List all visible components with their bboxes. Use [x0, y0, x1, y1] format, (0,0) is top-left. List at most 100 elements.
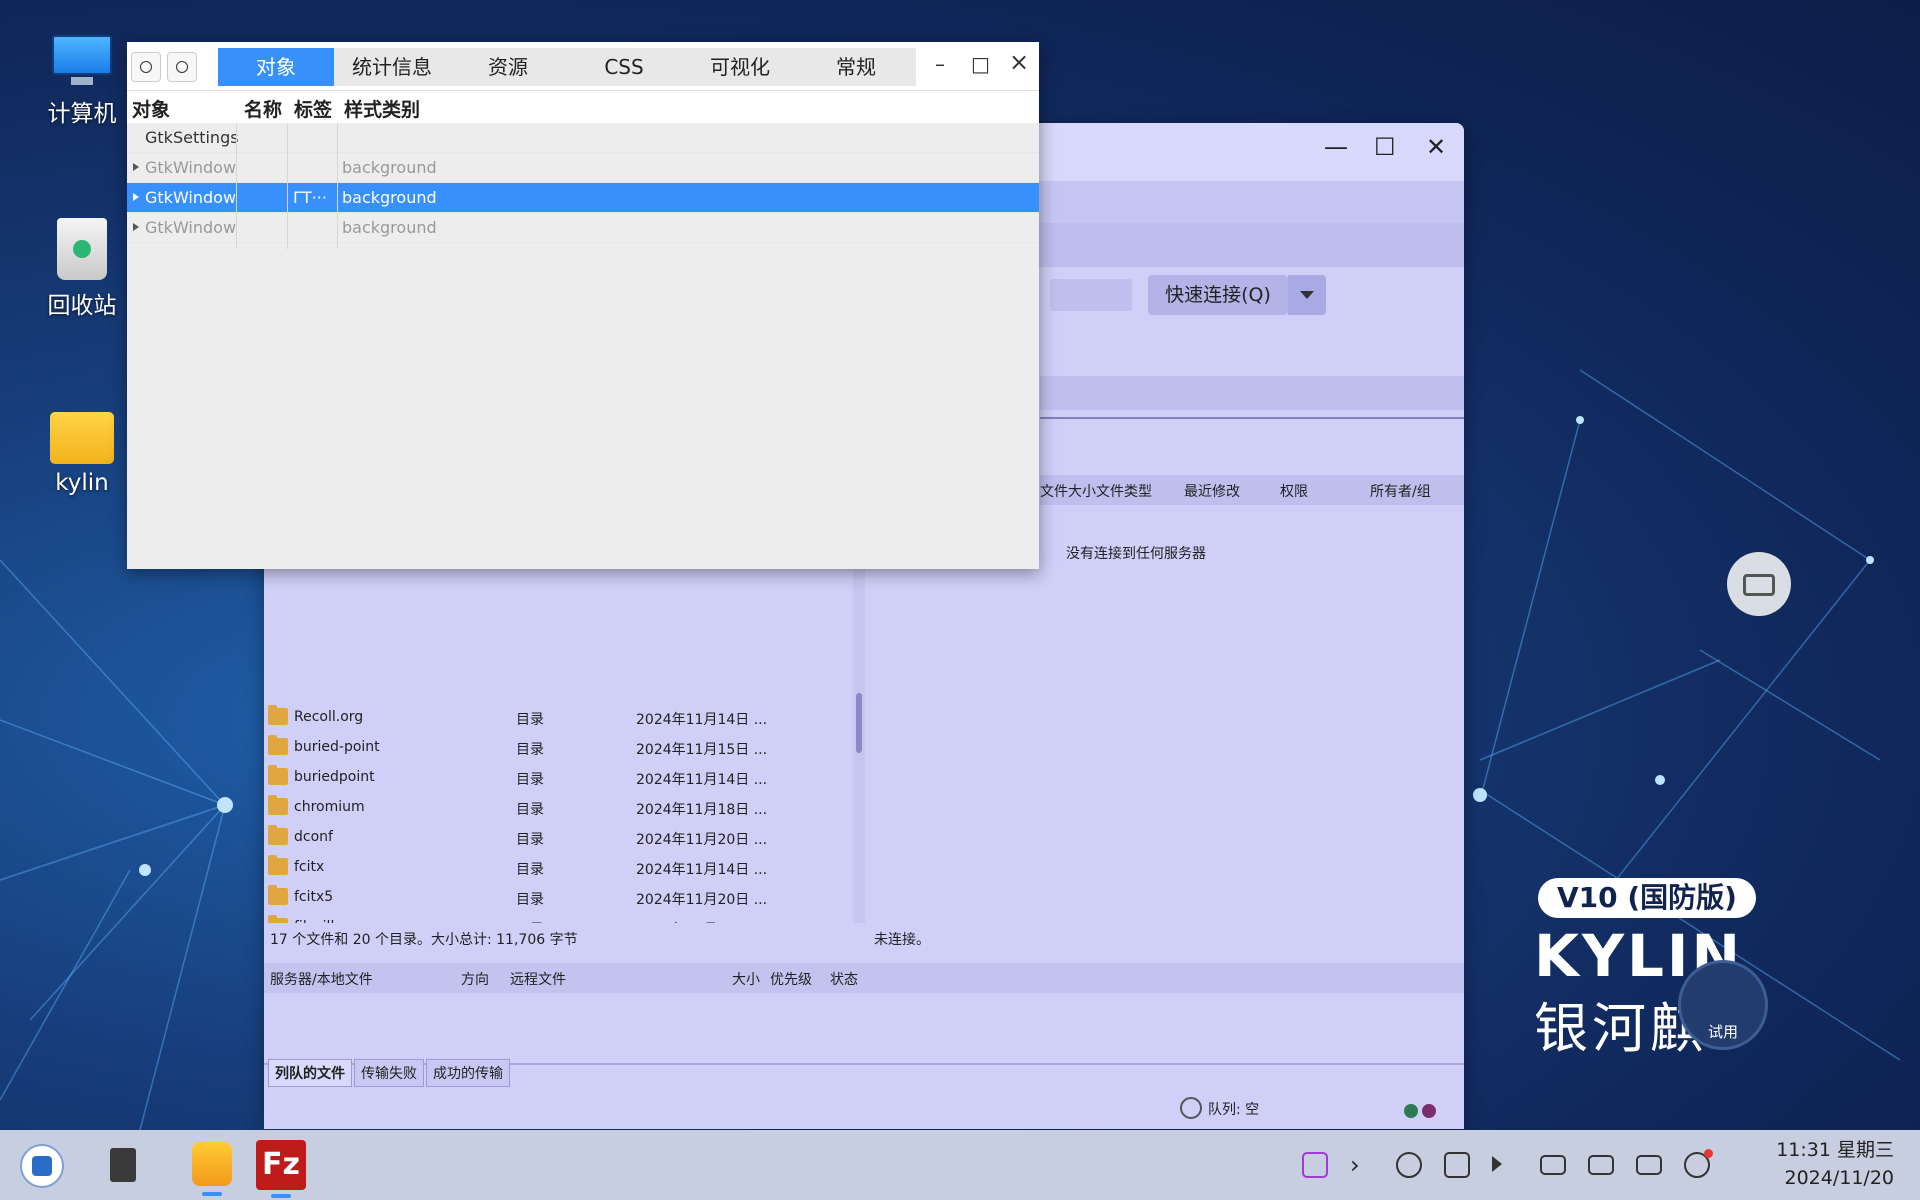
file-name: buriedpoint	[294, 769, 375, 785]
list-item[interactable]: buriedpoint 目录 2024年11月14日 ...	[264, 763, 854, 793]
desktop-icon-label: 计算机	[47, 101, 117, 127]
tab-resources[interactable]: 资源	[450, 48, 566, 86]
floating-keyboard-button[interactable]	[1727, 552, 1791, 616]
select-object-button[interactable]	[131, 52, 161, 82]
desktop-icon-trash[interactable]: 回收站	[22, 218, 142, 320]
expander-icon[interactable]	[133, 193, 139, 201]
quickconnect-button[interactable]: 快速连接(Q)	[1148, 275, 1288, 315]
list-item[interactable]: fcitx5 目录 2024年11月20日 ...	[264, 883, 854, 913]
queue-col-remote[interactable]: 远程文件	[510, 969, 566, 989]
object-info-button[interactable]	[167, 52, 197, 82]
col-name[interactable]: 名称	[244, 95, 282, 122]
row-object: GtkSettings	[145, 128, 239, 147]
tab-general[interactable]: 常规	[798, 48, 914, 86]
row-object: GtkWindow	[145, 158, 237, 177]
quickconnect-port-input[interactable]	[1050, 279, 1132, 311]
clock-time: 11:31 星期三	[1776, 1139, 1894, 1161]
local-file-list[interactable]: Recoll.org 目录 2024年11月14日 ... buried-point 目…	[264, 563, 854, 923]
trial-badge[interactable]: 试用	[1678, 960, 1768, 1050]
volume-icon[interactable]	[1492, 1156, 1502, 1172]
file-date: 2024年11月20日 ...	[636, 832, 768, 848]
folder-icon	[268, 765, 288, 785]
notification-icon[interactable]	[1684, 1149, 1713, 1178]
queue-tab-queued[interactable]: 列队的文件	[268, 1059, 352, 1087]
col-style[interactable]: 样式类别	[344, 95, 420, 122]
network-icon[interactable]	[1444, 1152, 1470, 1178]
col-object[interactable]: 对象	[132, 95, 170, 122]
col-modified[interactable]: 最近修改	[1184, 481, 1240, 501]
taskbar-app-filemanager[interactable]	[192, 1142, 232, 1196]
speed-limit-icon[interactable]	[1180, 1097, 1202, 1119]
file-name: fcitx5	[294, 889, 334, 905]
tab-css[interactable]: CSS	[566, 48, 682, 86]
col-type[interactable]: 文件类型	[1096, 481, 1152, 501]
queue-col-direction[interactable]: 方向	[461, 969, 489, 989]
brand-name: KYLIN	[1534, 922, 1744, 990]
list-item[interactable]: chromium 目录 2024年11月18日 ...	[264, 793, 854, 823]
desktop-icon-home[interactable]: kylin	[22, 412, 142, 496]
object-tree-row[interactable]: GtkWindow background	[127, 213, 1039, 243]
file-date: 2024年11月14日 ...	[636, 712, 768, 728]
brand-version: V10 (国防版)	[1538, 878, 1756, 918]
expander-icon[interactable]	[133, 163, 139, 171]
close-button[interactable]: ✕	[1426, 133, 1446, 161]
file-date: 2024年11月20日 ...	[636, 919, 767, 923]
list-item[interactable]: buried-point 目录 2024年11月15日 ...	[264, 733, 854, 763]
tray-expand-icon[interactable]: ›	[1350, 1152, 1366, 1178]
inspector-tabs: 对象 统计信息 资源 CSS 可视化 常规	[218, 48, 916, 86]
inspector-maximize-button[interactable]: □	[971, 52, 990, 76]
taskbar-app-filezilla[interactable]: Fz	[256, 1140, 306, 1198]
object-tree-row[interactable]: GtkWindow ΓΤ··· background	[127, 183, 1039, 213]
queue-tab-success[interactable]: 成功的传输	[426, 1059, 510, 1087]
col-perms[interactable]: 权限	[1280, 481, 1308, 501]
info-icon	[176, 61, 188, 73]
desktop-icon-computer[interactable]: 计算机	[22, 32, 142, 128]
queue-col-status[interactable]: 状态	[830, 969, 858, 989]
tab-objects[interactable]: 对象	[218, 48, 334, 86]
object-tree-header: 对象 名称 标签 样式类别	[127, 91, 1039, 123]
list-item[interactable]: fcitx 目录 2024年11月14日 ...	[264, 853, 854, 883]
screenshot-icon[interactable]	[1302, 1152, 1328, 1178]
queue-list[interactable]	[264, 993, 1464, 1065]
queue-status: 队列: 空	[1180, 1097, 1259, 1119]
maximize-button[interactable]: ☐	[1374, 133, 1396, 161]
clock[interactable]: 11:31 星期三 2024/11/20	[1776, 1136, 1894, 1192]
object-tree-row[interactable]: GtkSettings	[127, 123, 1039, 153]
minimize-button[interactable]: —	[1324, 133, 1348, 161]
inspector-close-button[interactable]: ×	[1009, 48, 1029, 76]
list-item[interactable]: dconf 目录 2024年11月20日 ...	[264, 823, 854, 853]
inspector-minimize-button[interactable]: –	[935, 52, 945, 76]
remote-empty-message: 没有连接到任何服务器	[1066, 546, 1206, 562]
start-menu-button[interactable]	[20, 1144, 64, 1188]
multitask-view-button[interactable]	[102, 1146, 142, 1184]
queue-col-priority[interactable]: 优先级	[770, 969, 812, 989]
list-item[interactable]: filezilla 目录 2024年11月20日 ...	[264, 913, 854, 923]
queue-col-server[interactable]: 服务器/本地文件	[270, 969, 373, 989]
list-item[interactable]: Recoll.org 目录 2024年11月14日 ...	[264, 703, 854, 733]
keyboard-tray-icon[interactable]	[1588, 1155, 1614, 1175]
search-icon[interactable]	[1396, 1152, 1422, 1178]
input-method-icon[interactable]	[1540, 1155, 1566, 1175]
column-divider	[337, 123, 338, 249]
row-style: background	[342, 218, 437, 237]
col-label[interactable]: 标签	[294, 95, 332, 122]
local-scrollbar[interactable]	[853, 563, 865, 923]
file-name: Recoll.org	[294, 709, 364, 725]
file-type: 目录	[516, 832, 544, 848]
queue-col-size[interactable]: 大小	[732, 969, 760, 989]
scrollbar-thumb[interactable]	[856, 693, 862, 753]
queue-tab-failed[interactable]: 传输失败	[354, 1059, 424, 1087]
col-owner[interactable]: 所有者/组	[1370, 481, 1431, 501]
quickconnect-dropdown[interactable]	[1288, 275, 1326, 315]
object-tree-row[interactable]: GtkWindow background	[127, 153, 1039, 183]
desktop-icon-label: 回收站	[47, 293, 117, 319]
row-object: GtkWindow	[145, 218, 237, 237]
tab-visual[interactable]: 可视化	[682, 48, 798, 86]
tab-statistics[interactable]: 统计信息	[334, 48, 450, 86]
expander-icon[interactable]	[133, 223, 139, 231]
remote-path-bar[interactable]	[1040, 376, 1464, 410]
col-size[interactable]: 文件大小	[1040, 481, 1096, 501]
inspector-header[interactable]: 对象 统计信息 资源 CSS 可视化 常规 – □ ×	[127, 42, 1039, 91]
power-icon[interactable]	[1636, 1155, 1662, 1175]
file-type: 目录	[516, 919, 544, 923]
